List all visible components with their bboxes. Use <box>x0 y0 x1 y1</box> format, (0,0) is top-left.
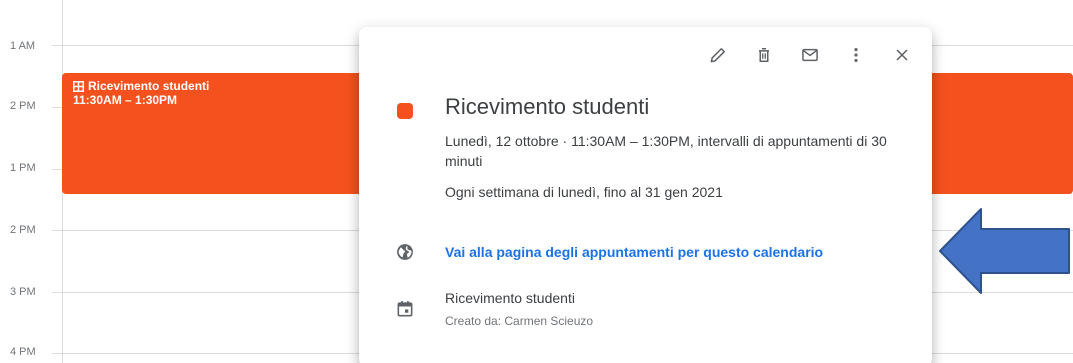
time-label: 3 PM <box>10 286 36 298</box>
edit-button[interactable] <box>706 45 730 69</box>
appointments-page-link[interactable]: Vai alla pagina degli appuntamenti per q… <box>445 242 910 262</box>
calendar-day-view: 1 AM 2 PM 1 PM 2 PM 3 PM 4 PM Riceviment… <box>0 0 1073 363</box>
time-label: 4 PM <box>10 346 36 358</box>
close-icon <box>892 45 912 70</box>
trash-icon <box>754 45 774 70</box>
time-label: 2 PM <box>10 224 36 236</box>
event-recurrence: Ogni settimana di lunedì, fino al 31 gen… <box>445 184 723 200</box>
delete-button[interactable] <box>752 45 776 69</box>
popup-toolbar <box>684 45 914 69</box>
grid-icon <box>73 80 84 92</box>
options-button[interactable] <box>844 45 868 69</box>
event-color-indicator <box>397 103 413 119</box>
pencil-icon <box>708 45 728 70</box>
more-vert-icon <box>846 45 866 70</box>
calendar-name: Ricevimento studenti <box>445 290 575 306</box>
close-button[interactable] <box>890 45 914 69</box>
annotation-arrow-icon <box>939 208 1070 294</box>
calendar-icon <box>393 297 417 321</box>
event-date-time: Lunedì, 12 ottobre · 11:30AM – 1:30PM, i… <box>445 133 887 169</box>
time-label: 1 PM <box>10 162 36 174</box>
mail-icon <box>800 45 820 70</box>
popup-event-title: Ricevimento studenti <box>445 94 650 119</box>
event-details-popup: Ricevimento studenti Lunedì, 12 ottobre … <box>359 27 932 363</box>
email-guests-button[interactable] <box>798 45 822 69</box>
calendar-creator: Creato da: Carmen Scieuzo <box>445 314 594 328</box>
time-label: 2 PM <box>10 100 36 112</box>
globe-icon <box>393 240 417 264</box>
time-label: 1 AM <box>10 40 36 52</box>
event-title: Ricevimento studenti <box>88 79 210 93</box>
